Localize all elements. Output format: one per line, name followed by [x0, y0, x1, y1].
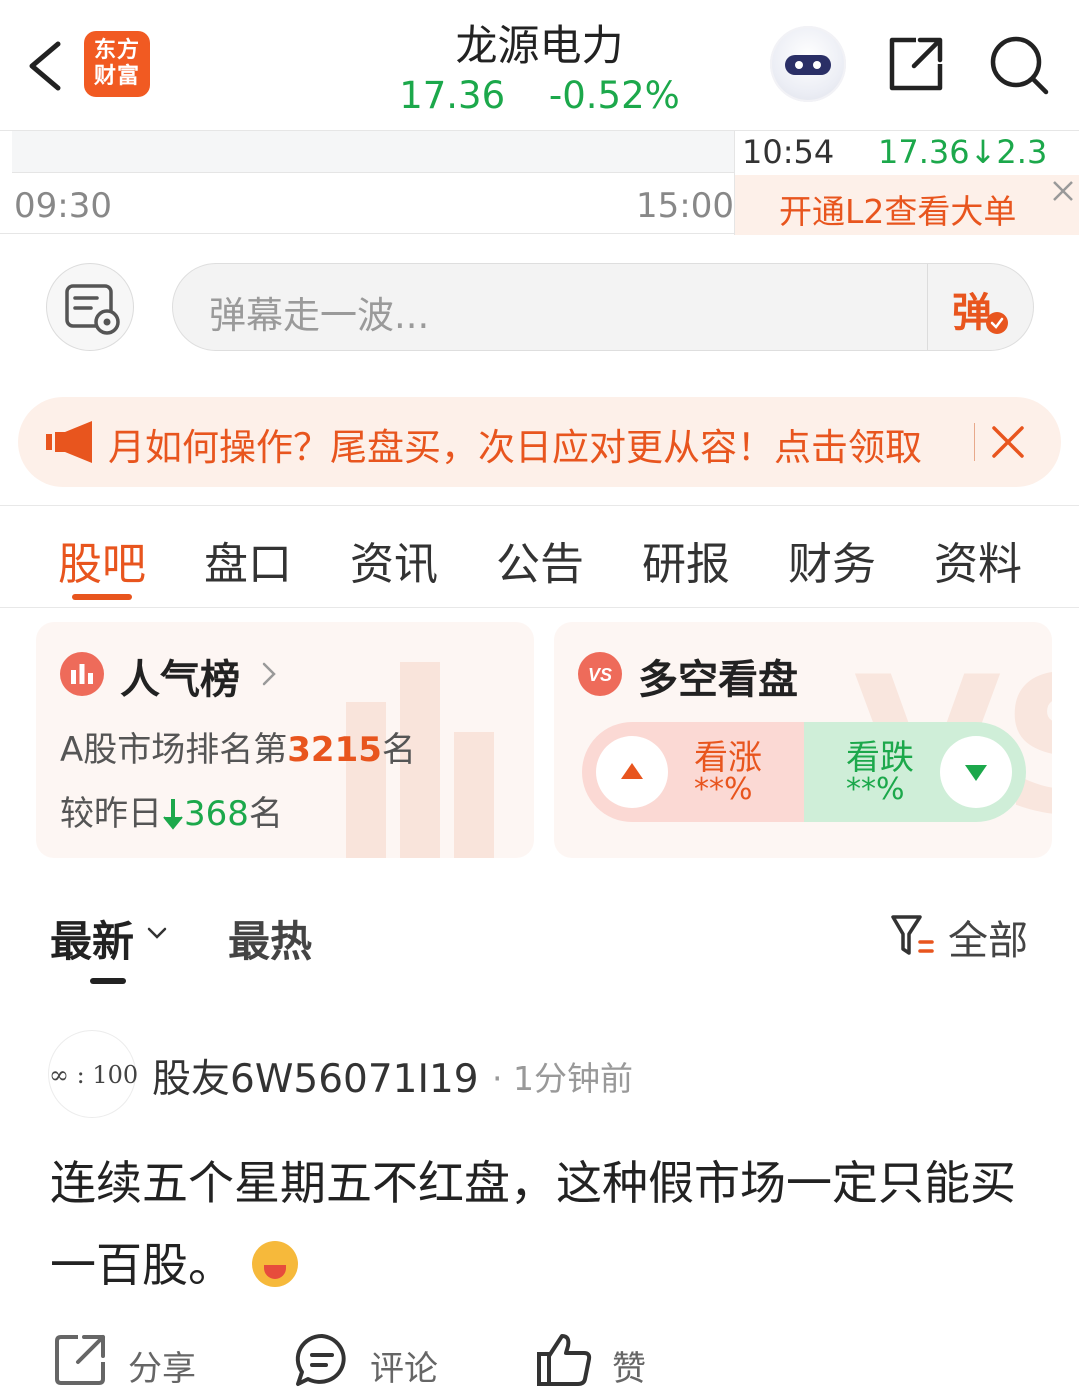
filter-label[interactable]: 全部 [948, 908, 1028, 966]
share-icon[interactable] [886, 34, 946, 94]
section-divider [0, 505, 1079, 506]
vote-down-pct: **% [846, 772, 905, 807]
ranking-icon [60, 652, 104, 696]
popularity-title: 人气榜 [120, 657, 240, 703]
share-button[interactable]: 分享 [52, 1332, 222, 1392]
l2-upgrade-banner[interactable]: 开通L2查看大单 [735, 175, 1079, 235]
megaphone-icon [46, 421, 92, 463]
chevron-down-icon[interactable] [146, 926, 168, 940]
robot-eye-left [795, 61, 803, 69]
danmu-settings-button[interactable] [46, 263, 134, 351]
chart-start-time: 09:30 [14, 186, 112, 226]
comment-button[interactable]: 评论 [294, 1332, 464, 1392]
thumbs-up-icon [537, 1334, 592, 1386]
comment-label: 评论 [370, 1349, 438, 1389]
tab-research[interactable]: 研报 [642, 528, 730, 592]
vote-bar: 看涨 **% 看跌 **% [582, 722, 1026, 822]
market-rank-value: 3215 [287, 730, 382, 770]
svg-text:VS: VS [588, 665, 612, 685]
market-rank-line: A股市场排名第3215名 [60, 730, 416, 770]
like-button[interactable]: 赞 [536, 1332, 676, 1392]
latest-tick-time: 10:54 [742, 133, 835, 171]
arrow-down-icon [163, 799, 183, 830]
chevron-right-icon [262, 662, 276, 686]
tab-pankou[interactable]: 盘口 [204, 528, 292, 592]
promo-separator [974, 423, 975, 461]
stock-change-pct: -0.52% [548, 74, 680, 117]
sort-hot[interactable]: 最热 [228, 908, 312, 969]
post-body-text: 连续五个星期五不红盘，这种假市场一定只能买一百股。 [50, 1156, 1016, 1292]
rank-change-line: 较昨日 368名 [60, 794, 283, 834]
tab-guba[interactable]: 股吧 [58, 528, 146, 592]
top-nav-bar: 东方 财富 龙源电力 17.36 -0.52% [0, 0, 1079, 130]
triangle-down-icon [965, 765, 987, 781]
search-icon[interactable] [988, 34, 1050, 96]
robot-eye-right [813, 61, 821, 69]
promo-text: 月如何操作？尾盘买，次日应对更从容！点击领取 [108, 426, 922, 469]
comment-icon [295, 1333, 346, 1386]
close-icon[interactable] [1051, 179, 1075, 203]
watermelon-face-emoji-icon [252, 1241, 298, 1287]
post-time: · 1分钟前 [492, 1059, 633, 1098]
rank-change-value: 368 [184, 794, 249, 834]
tab-news[interactable]: 资讯 [350, 528, 438, 592]
tab-finance[interactable]: 财务 [788, 528, 876, 592]
vote-down-button[interactable]: 看跌 **% [804, 722, 1026, 822]
long-short-card[interactable]: VS VS 多空看盘 看涨 **% 看跌 **% [554, 622, 1052, 858]
promo-banner[interactable]: 月如何操作？尾盘买，次日应对更从容！点击领取 [18, 397, 1061, 487]
avatar[interactable]: ∞ : 100 [48, 1030, 138, 1118]
vs-icon: VS [578, 652, 622, 696]
l2-banner-text: 开通L2查看大单 [779, 192, 1017, 231]
danmu-input[interactable]: 弹幕走一波... 弹 [172, 263, 1034, 351]
tab-profile[interactable]: 资料 [934, 528, 1022, 592]
share-label: 分享 [128, 1349, 196, 1389]
mini-timeshare-chart[interactable] [12, 131, 734, 173]
long-short-title: 多空看盘 [638, 657, 798, 703]
post-username[interactable]: 股友6W56071I19 [152, 1048, 479, 1104]
chart-end-time: 15:00 [636, 186, 734, 226]
triangle-up-icon [621, 763, 643, 779]
like-label: 赞 [612, 1349, 646, 1389]
post-body[interactable]: 连续五个星期五不红盘，这种假市场一定只能买一百股。 [50, 1142, 1040, 1306]
danmu-settings-icon [65, 284, 120, 335]
danmu-send-button[interactable]: 弹 [927, 264, 1033, 350]
filter-icon[interactable] [890, 912, 936, 958]
stock-price: 17.36 [399, 74, 506, 117]
intraday-chart-strip[interactable]: 09:30 15:00 10:54 17.36↓2.3万 开通L2查看大单 [0, 130, 1079, 235]
vote-up-button[interactable]: 看涨 **% [582, 722, 804, 822]
vote-up-pct: **% [694, 772, 753, 807]
check-icon [986, 312, 1008, 334]
ai-assistant-robot-icon[interactable] [770, 26, 846, 102]
active-tab-indicator [72, 594, 132, 600]
danmu-placeholder: 弹幕走一波... [209, 294, 430, 337]
popularity-card[interactable]: 人气榜 A股市场排名第3215名 较昨日 368名 [36, 622, 534, 858]
share-icon [55, 1335, 105, 1385]
sort-active-indicator [90, 978, 126, 984]
tab-announcements[interactable]: 公告 [496, 528, 584, 592]
stock-tabs: 股吧 盘口 资讯 公告 研报 财务 资料 [0, 520, 1079, 608]
close-icon[interactable] [990, 424, 1026, 460]
sort-latest[interactable]: 最新 [50, 908, 134, 969]
